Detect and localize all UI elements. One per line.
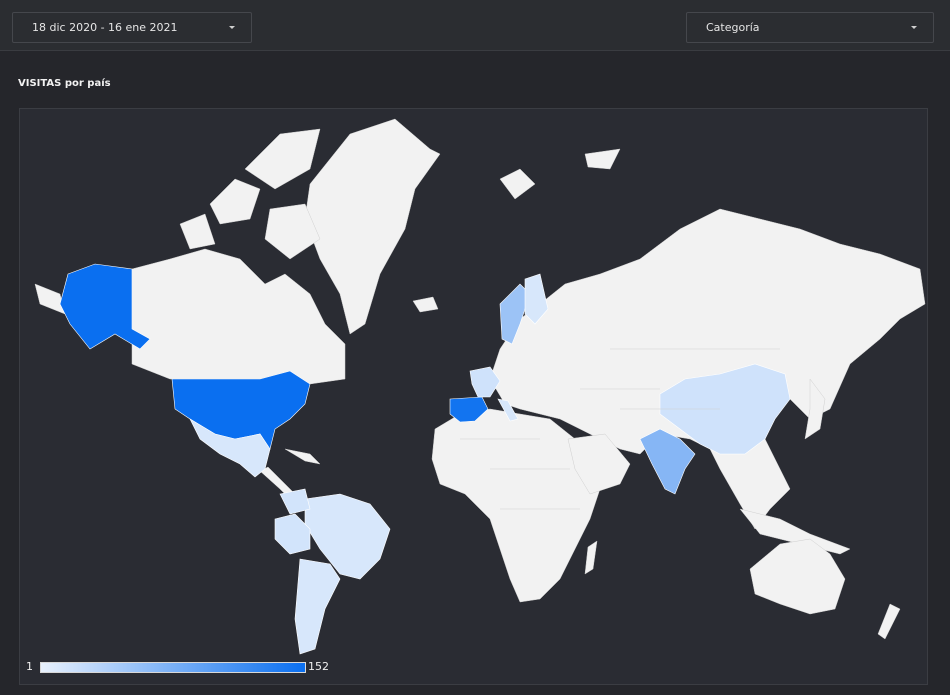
iceland [412,296,439,313]
world-map-svg [34,118,926,655]
country-argentina [294,558,341,655]
date-range-selector[interactable]: 18 dic 2020 - 16 ene 2021 [12,12,252,43]
chevron-down-icon [911,26,917,29]
legend-gradient-bar [40,662,306,673]
category-label: Categoría [706,21,760,34]
geo-map[interactable]: 1 152 [19,108,928,685]
caribbean [284,448,321,465]
filter-bar: 18 dic 2020 - 16 ene 2021 Categoría [0,0,950,51]
country-usa [171,370,311,450]
chart-title: VISITAS por país [18,78,111,89]
date-range-label: 18 dic 2020 - 16 ene 2021 [32,21,178,34]
country-india [639,428,696,495]
alaska-west [34,283,66,315]
legend-min-label: 1 [26,660,33,673]
category-filter[interactable]: Categoría [686,12,934,43]
new-zealand [877,603,901,640]
legend-max-label: 152 [308,660,329,673]
svalbard [499,148,621,200]
color-legend: 1 152 [26,659,336,675]
canada-islands [179,128,321,260]
chevron-down-icon [229,26,235,29]
madagascar [584,540,598,575]
canada [131,248,346,385]
